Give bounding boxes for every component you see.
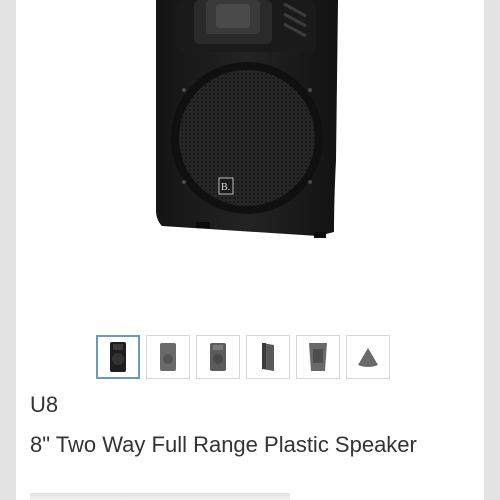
speaker-image: B. [156,0,338,238]
product-title: 8" Two Way Full Range Plastic Speaker [30,432,417,457]
speaker-straight-icon [210,343,226,371]
next-line-partial [30,493,290,500]
speaker-angle-icon [160,343,176,371]
main-product-image[interactable]: B. [16,0,484,320]
product-code: U8 [30,392,59,417]
speaker-side-icon [262,343,274,371]
speaker-rear-icon [309,343,327,371]
thumbnail-strip [96,335,390,379]
thumbnail-rear[interactable] [296,335,340,379]
speaker-top-icon [358,348,378,367]
product-page: B. U8 8" Two Way Full Range Plastic Spea… [16,0,484,500]
thumbnail-front-angle[interactable] [146,335,190,379]
thumbnail-front[interactable] [96,335,140,379]
brand-logo-text: B. [221,182,230,193]
thumbnail-top[interactable] [346,335,390,379]
thumbnail-front-straight[interactable] [196,335,240,379]
thumbnail-side[interactable] [246,335,290,379]
speaker-front-icon [110,342,126,372]
woofer-grille [179,70,315,206]
